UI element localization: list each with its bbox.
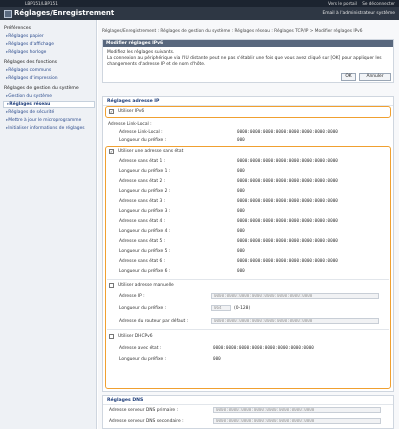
sidebar-item-paper[interactable]: Réglages papier: [6, 34, 43, 39]
stateless-1-prefix-label: Longueur du préfixe 1 :: [119, 169, 171, 174]
manual-prefix-input[interactable]: 064: [211, 305, 231, 311]
dhcp-prefix-label: Longueur du préfixe :: [119, 357, 167, 362]
dhcpv6-label: Utiliser DHCPv6: [118, 334, 153, 339]
link-local-addr-label: Adresse Link-Local :: [119, 130, 163, 135]
dns-settings-title: Réglages DNS: [107, 398, 144, 403]
dhcp-addr-value: 0000:0000:0000:0000:0000:0000:0000:0000: [213, 346, 314, 351]
stateless-4-addr-value: 0000:0000:0000:0000:0000:0000:0000:0000: [237, 219, 338, 224]
sidebar-head-system: Réglages de gestion du système: [4, 86, 79, 91]
sidebar-item-clock[interactable]: Réglages horloge: [6, 50, 46, 55]
manual-gateway-label: Adresse du routeur par défaut :: [119, 319, 189, 324]
divider: [107, 329, 389, 330]
stateless-5-prefix-label: Longueur du préfixe 5 :: [119, 249, 171, 254]
divider: [107, 279, 389, 280]
settings-app-icon: [4, 9, 12, 18]
manual-ip-input[interactable]: 0000:0000:0000:0000:0000:0000:0000:0000: [211, 293, 379, 299]
sidebar-head-preferences: Préférences: [4, 26, 32, 31]
sidebar-item-network[interactable]: Réglages réseau: [3, 101, 95, 108]
stateless-5-addr-label: Adresse sans état 5 :: [119, 239, 166, 244]
stateless-5-prefix-value: 000: [237, 249, 245, 254]
page-title: Réglages/Enregistrement: [14, 9, 115, 17]
manual-prefix-label: Longueur du préfixe :: [119, 306, 167, 311]
use-ipv6-checkbox[interactable]: ✓: [109, 109, 114, 114]
stateless-6-prefix-value: 000: [237, 269, 245, 274]
notice: Modifiez les réglages suivants. La conne…: [103, 47, 393, 71]
dns-primary-label: Adresse serveur DNS primaire :: [109, 408, 179, 413]
stateless-6-addr-value: 0000:0000:0000:0000:0000:0000:0000:0000: [237, 259, 338, 264]
top-bar: LBP151/LBP151 Vers le portail Se déconne…: [0, 0, 399, 7]
sidebar-item-reset-settings[interactable]: Initialiser informations de réglages: [6, 126, 84, 131]
manual-gateway-input[interactable]: 0000:0000:0000:0000:0000:0000:0000:0000: [211, 318, 379, 324]
manual-address-label: Utiliser adresse manuelle: [118, 283, 174, 288]
dhcp-prefix-value: 000: [213, 357, 221, 362]
cancel-button[interactable]: Annuler: [359, 73, 391, 81]
stateless-3-prefix-value: 000: [237, 209, 245, 214]
ip-settings-title: Réglages adresse IP: [107, 99, 160, 104]
stateless-2-addr-value: 0000:0000:0000:0000:0000:0000:0000:0000: [237, 179, 338, 184]
sidebar-item-display[interactable]: Réglages d'affichage: [6, 42, 54, 47]
stateless-5-addr-value: 0000:0000:0000:0000:0000:0000:0000:0000: [237, 239, 338, 244]
manual-ip-label: Adresse IP :: [119, 294, 145, 299]
sidebar-item-firmware[interactable]: Mettre à jour le microprogramme: [6, 118, 81, 123]
stateless-3-addr-label: Adresse sans état 3 :: [119, 199, 166, 204]
divider: [103, 404, 393, 405]
dns-settings-panel: Réglages DNS Adresse serveur DNS primair…: [102, 395, 394, 429]
stateless-4-prefix-value: 000: [237, 229, 245, 234]
dns-secondary-input[interactable]: 0000:0000:0000:0000:0000:0000:0000:0000: [213, 418, 381, 424]
link-local-heading: Adresse Link-Local :: [108, 122, 152, 127]
ip-settings-panel: Réglages adresse IP ✓ Utiliser IPv6 Adre…: [102, 96, 394, 392]
main-content: Réglages/Enregistrement : Réglages de ge…: [98, 20, 399, 429]
email-admin-link[interactable]: Email à l'administrateur système: [322, 11, 395, 16]
stateless-1-addr-label: Adresse sans état 1 :: [119, 159, 166, 164]
link-local-prefix-value: 000: [237, 138, 245, 143]
dhcpv6-checkbox[interactable]: [109, 334, 114, 339]
manual-address-checkbox[interactable]: [109, 283, 114, 288]
breadcrumb: Réglages/Enregistrement : Réglages de ge…: [102, 29, 363, 34]
printer-model: LBP151/LBP151: [25, 1, 58, 6]
edit-ipv6-panel: Modifier réglages IPv6 Modifiez les régl…: [102, 39, 394, 83]
panel-title: Modifier réglages IPv6: [103, 40, 393, 47]
ok-button[interactable]: OK: [341, 73, 356, 81]
stateless-6-addr-label: Adresse sans état 6 :: [119, 259, 166, 264]
dns-secondary-label: Adresse serveur DNS secondaire :: [109, 419, 184, 424]
portal-link[interactable]: Vers le portail: [328, 1, 357, 6]
link-local-prefix-label: Longueur du préfixe :: [119, 138, 167, 143]
stateless-4-prefix-label: Longueur du préfixe 4 :: [119, 229, 171, 234]
notice-line-3: changements d'adresse IP et de nom d'hôt…: [107, 62, 206, 67]
dns-primary-input[interactable]: 0000:0000:0000:0000:0000:0000:0000:0000: [213, 407, 381, 413]
highlight-use-ipv6: [105, 106, 391, 118]
stateless-checkbox[interactable]: ✓: [109, 149, 114, 154]
stateless-3-prefix-label: Longueur du préfixe 3 :: [119, 209, 171, 214]
sidebar-item-security[interactable]: Réglages de sécurité: [6, 110, 54, 115]
stateless-6-prefix-label: Longueur du préfixe 6 :: [119, 269, 171, 274]
manual-prefix-range: (0-128): [234, 306, 251, 311]
sidebar-head-functions: Réglages des fonctions: [4, 60, 58, 65]
sidebar-item-system-management[interactable]: Gestion du système: [6, 94, 52, 99]
top-links: Vers le portail Se déconnecter: [324, 1, 395, 6]
stateless-2-prefix-value: 000: [237, 189, 245, 194]
use-ipv6-label: Utiliser IPv6: [118, 109, 145, 114]
dhcp-addr-label: Adresse avec état :: [119, 346, 162, 351]
page-header: Réglages/Enregistrement Email à l'admini…: [0, 7, 399, 20]
stateless-1-prefix-value: 000: [237, 169, 245, 174]
stateless-1-addr-value: 0000:0000:0000:0000:0000:0000:0000:0000: [237, 159, 338, 164]
logout-link[interactable]: Se déconnecter: [362, 1, 395, 6]
stateless-label: Utiliser une adresse sans état: [118, 149, 184, 154]
stateless-4-addr-label: Adresse sans état 4 :: [119, 219, 166, 224]
sidebar: Préférences Réglages papier Réglages d'a…: [0, 20, 97, 429]
stateless-3-addr-value: 0000:0000:0000:0000:0000:0000:0000:0000: [237, 199, 338, 204]
link-local-addr-value: 0000:0000:0000:0000:0000:0000:0000:0000: [237, 130, 338, 135]
stateless-2-addr-label: Adresse sans état 2 :: [119, 179, 166, 184]
sidebar-item-common[interactable]: Réglages communs: [6, 68, 51, 73]
stateless-2-prefix-label: Longueur du préfixe 2 :: [119, 189, 171, 194]
sidebar-item-print[interactable]: Réglages d'impression: [6, 76, 57, 81]
